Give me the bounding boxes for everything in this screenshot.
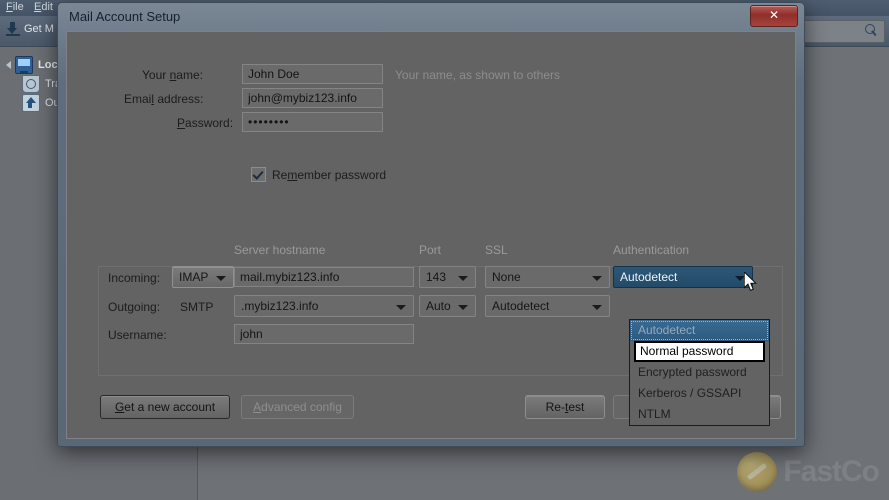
outgoing-hostname-value: .mybiz123.info bbox=[241, 299, 319, 313]
password-label: Password: bbox=[177, 116, 234, 130]
chevron-down-icon bbox=[592, 276, 602, 281]
watermark-text: FastCo bbox=[783, 455, 880, 488]
dropdown-option-ntlm[interactable]: NTLM bbox=[630, 404, 769, 425]
outgoing-port-combo[interactable]: Auto bbox=[419, 295, 476, 317]
get-a-new-account-button[interactable]: Get a new account bbox=[100, 395, 230, 419]
column-header-port: Port bbox=[419, 243, 442, 257]
your-name-hint: Your name, as shown to others bbox=[395, 68, 560, 82]
monitor-icon bbox=[15, 56, 33, 74]
incoming-port-value: 143 bbox=[426, 270, 447, 284]
expand-triangle-icon[interactable] bbox=[6, 61, 11, 69]
incoming-protocol-value: IMAP bbox=[179, 270, 209, 284]
dropdown-option-autodetect[interactable]: Autodetect bbox=[630, 320, 769, 341]
chevron-down-icon bbox=[216, 276, 226, 281]
dropdown-option-kerberos-gssapi[interactable]: Kerberos / GSSAPI bbox=[630, 383, 769, 404]
menu-item-edit[interactable]: Edit bbox=[34, 1, 53, 13]
mail-account-setup-dialog: Mail Account Setup ✕ Your name: Your nam… bbox=[57, 2, 805, 447]
outgoing-label: Outgoing: bbox=[108, 300, 161, 314]
search-icon bbox=[865, 24, 878, 37]
outgoing-port-value: Auto bbox=[426, 299, 451, 313]
get-mail-button[interactable]: Get M bbox=[6, 22, 54, 36]
chevron-down-icon bbox=[592, 305, 602, 310]
download-icon bbox=[6, 22, 20, 36]
dialog-title: Mail Account Setup bbox=[69, 9, 181, 24]
remember-password-checkbox[interactable] bbox=[251, 167, 266, 182]
email-address-input[interactable] bbox=[242, 88, 383, 108]
trash-icon bbox=[22, 75, 40, 93]
outgoing-protocol-value: SMTP bbox=[180, 300, 214, 314]
outgoing-hostname-combo[interactable]: .mybiz123.info bbox=[234, 295, 414, 317]
incoming-hostname-input[interactable] bbox=[234, 267, 414, 287]
remember-password-label: Remember password bbox=[272, 167, 387, 182]
incoming-auth-value: Autodetect bbox=[620, 270, 678, 284]
column-header-ssl: SSL bbox=[485, 243, 508, 257]
re-test-button[interactable]: Re-test bbox=[525, 395, 605, 419]
incoming-ssl-combo[interactable]: None bbox=[485, 266, 610, 288]
username-label: Username: bbox=[108, 328, 167, 342]
chevron-down-icon bbox=[458, 276, 468, 281]
incoming-protocol-combo[interactable]: IMAP bbox=[172, 266, 234, 288]
chevron-down-icon bbox=[735, 276, 745, 281]
username-input[interactable] bbox=[234, 324, 414, 344]
your-name-label: Your name: bbox=[142, 68, 203, 82]
coin-logo bbox=[737, 452, 778, 492]
folder-local-folders[interactable]: Loca bbox=[6, 56, 64, 74]
advanced-config-button: Advanced config bbox=[241, 395, 354, 419]
outgoing-ssl-value: Autodetect bbox=[492, 299, 550, 313]
menu-item-file[interactable]: FFileile bbox=[6, 1, 24, 13]
dropdown-option-encrypted-password[interactable]: Encrypted password bbox=[630, 362, 769, 383]
email-address-label: Email address: bbox=[124, 92, 204, 106]
outgoing-ssl-combo[interactable]: Autodetect bbox=[485, 295, 610, 317]
close-icon[interactable]: ✕ bbox=[750, 5, 798, 27]
outbox-icon bbox=[22, 94, 40, 112]
incoming-auth-combo[interactable]: Autodetect bbox=[613, 266, 753, 288]
incoming-ssl-value: None bbox=[492, 270, 521, 284]
get-mail-label: Get M bbox=[24, 23, 54, 35]
chevron-down-icon bbox=[458, 305, 468, 310]
authentication-dropdown-list[interactable]: Autodetect Normal password Encrypted pas… bbox=[629, 319, 770, 426]
incoming-label: Incoming: bbox=[108, 271, 161, 285]
folder-trash[interactable]: Tra bbox=[22, 75, 61, 93]
dialog-titlebar[interactable]: Mail Account Setup ✕ bbox=[58, 3, 804, 31]
dropdown-option-normal-password[interactable]: Normal password bbox=[634, 341, 765, 362]
dialog-panel: Your name: Your name, as shown to others… bbox=[66, 31, 796, 439]
chevron-down-icon bbox=[396, 305, 406, 310]
incoming-port-combo[interactable]: 143 bbox=[419, 266, 476, 288]
remember-password-row[interactable]: Remember password bbox=[251, 167, 386, 182]
column-header-hostname: Server hostname bbox=[234, 243, 326, 257]
password-input[interactable] bbox=[242, 112, 383, 132]
watermark: FastCo bbox=[737, 452, 880, 492]
column-header-authentication: Authentication bbox=[613, 243, 690, 257]
folder-outbox[interactable]: Ou bbox=[22, 94, 60, 112]
your-name-input[interactable] bbox=[242, 64, 383, 84]
